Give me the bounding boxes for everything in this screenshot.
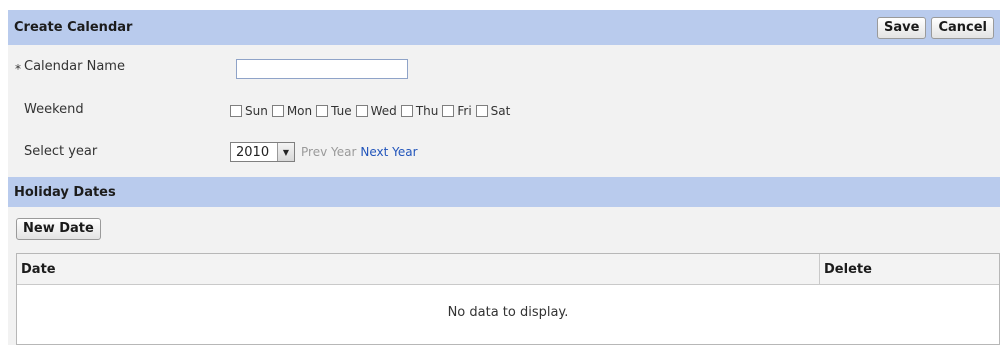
dropdown-arrow-icon[interactable]: ▼ (277, 143, 294, 161)
holiday-dates-header: Holiday Dates (8, 177, 1000, 207)
holiday-dates-table: Date Delete No data to display. (16, 253, 1000, 345)
column-date[interactable]: Date (17, 254, 820, 284)
save-button[interactable]: Save (877, 16, 927, 39)
select-year-label: Select year (24, 144, 98, 159)
checkbox[interactable] (400, 105, 413, 117)
calendar-name-label: Calendar Name (24, 59, 125, 74)
table-header: Date Delete (17, 254, 999, 285)
calendar-name-input[interactable] (236, 59, 408, 79)
weekend-days: Sun Mon Tue Wed Thu Fri Sat (230, 104, 514, 118)
required-marker: * (15, 62, 21, 76)
weekend-label: Weekend (24, 102, 84, 117)
weekend-day-tue[interactable]: Tue (316, 104, 352, 118)
year-select-value: 2010 (236, 144, 270, 160)
cancel-button[interactable]: Cancel (931, 16, 994, 39)
checkbox[interactable] (442, 105, 455, 117)
empty-message: No data to display. (447, 305, 569, 320)
weekend-day-thu[interactable]: Thu (400, 104, 438, 118)
checkbox[interactable] (355, 105, 368, 117)
year-select[interactable]: 2010 ▼ (230, 142, 295, 162)
prev-year-link: Prev Year (301, 145, 357, 159)
panel-header: Create Calendar Save Cancel (8, 10, 1000, 45)
weekend-day-sat[interactable]: Sat (475, 104, 510, 118)
weekend-day-wed[interactable]: Wed (355, 104, 397, 118)
next-year-link[interactable]: Next Year (360, 145, 417, 159)
checkbox[interactable] (230, 105, 242, 117)
new-date-button[interactable]: New Date (16, 218, 101, 240)
header-actions: Save Cancel (877, 16, 994, 39)
year-controls: 2010 ▼ Prev Year Next Year (230, 142, 418, 162)
panel-title: Create Calendar (14, 20, 133, 35)
weekend-day-fri[interactable]: Fri (442, 104, 472, 118)
column-delete[interactable]: Delete (820, 254, 999, 284)
checkbox[interactable] (475, 105, 488, 117)
weekend-day-sun[interactable]: Sun (230, 104, 268, 118)
checkbox[interactable] (316, 105, 329, 117)
checkbox[interactable] (271, 105, 284, 117)
weekend-day-mon[interactable]: Mon (271, 104, 312, 118)
